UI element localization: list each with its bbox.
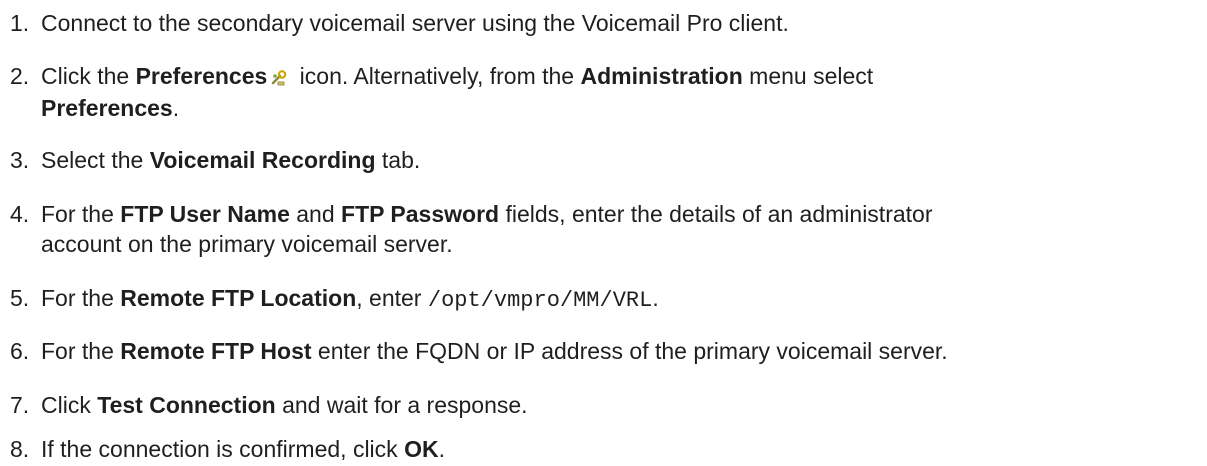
step-6: 6. For the Remote FTP Host enter the FQDN…: [10, 338, 948, 364]
step-number: 2.: [10, 63, 30, 89]
step-7: 7. Click Test Connection and wait for a r…: [10, 392, 528, 418]
step-number: 3.: [10, 147, 30, 173]
preferences-icon: [271, 63, 287, 93]
test-connection-label: Test Connection: [97, 392, 276, 418]
preferences-label: Preferences: [135, 63, 268, 89]
remote-ftp-host-label: Remote FTP Host: [120, 338, 312, 364]
step-number: 4.: [10, 201, 30, 227]
step-5: 5. For the Remote FTP Location, enter /op…: [10, 285, 659, 313]
step-8: 8. If the connection is confirmed, click …: [10, 436, 445, 462]
step-2: 2. Click the Preferences icon. Alternativ…: [10, 63, 874, 121]
step-number: 1.: [10, 10, 30, 36]
ok-label: OK: [404, 436, 439, 462]
ftp-password-label: FTP Password: [341, 201, 500, 227]
step-1: 1. Connect to the secondary voicemail ser…: [10, 8, 1200, 38]
step-number: 7.: [10, 392, 30, 418]
ftp-user-name-label: FTP User Name: [120, 201, 290, 227]
step-4: 4. For the FTP User Name and FTP Password…: [10, 201, 933, 257]
step-number: 8.: [10, 436, 30, 462]
ftp-path-code: /opt/vmpro/MM/VRL: [427, 288, 653, 313]
step-number: 5.: [10, 285, 30, 311]
step-text: Connect to the secondary voicemail serve…: [41, 10, 789, 36]
voicemail-recording-label: Voicemail Recording: [149, 147, 376, 173]
step-3: 3. Select the Voicemail Recording tab.: [10, 147, 421, 173]
administration-label: Administration: [580, 63, 743, 89]
remote-ftp-location-label: Remote FTP Location: [120, 285, 357, 311]
procedure-steps: 1. Connect to the secondary voicemail ser…: [0, 0, 1207, 466]
step-number: 6.: [10, 338, 30, 364]
preferences-menu-label: Preferences: [41, 95, 173, 121]
